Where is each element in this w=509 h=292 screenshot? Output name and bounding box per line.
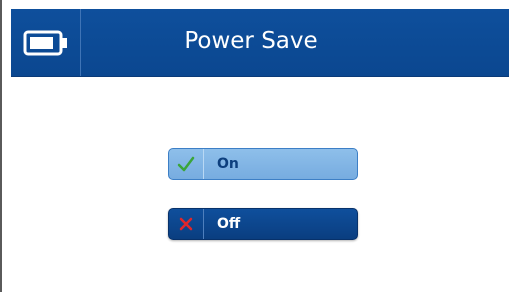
- battery-icon: [23, 29, 71, 57]
- on-option-button[interactable]: On: [168, 148, 358, 180]
- option-divider: [203, 149, 204, 179]
- off-option-button[interactable]: Off: [168, 208, 358, 240]
- power-save-screen: Power Save On Off: [0, 0, 509, 292]
- header-bar: Power Save: [11, 9, 509, 77]
- page-title: Power Save: [184, 28, 318, 54]
- checkmark-icon: [169, 149, 203, 179]
- option-divider: [203, 209, 204, 239]
- on-option-label: On: [217, 156, 239, 172]
- off-option-label: Off: [217, 216, 241, 232]
- x-icon: [169, 209, 203, 239]
